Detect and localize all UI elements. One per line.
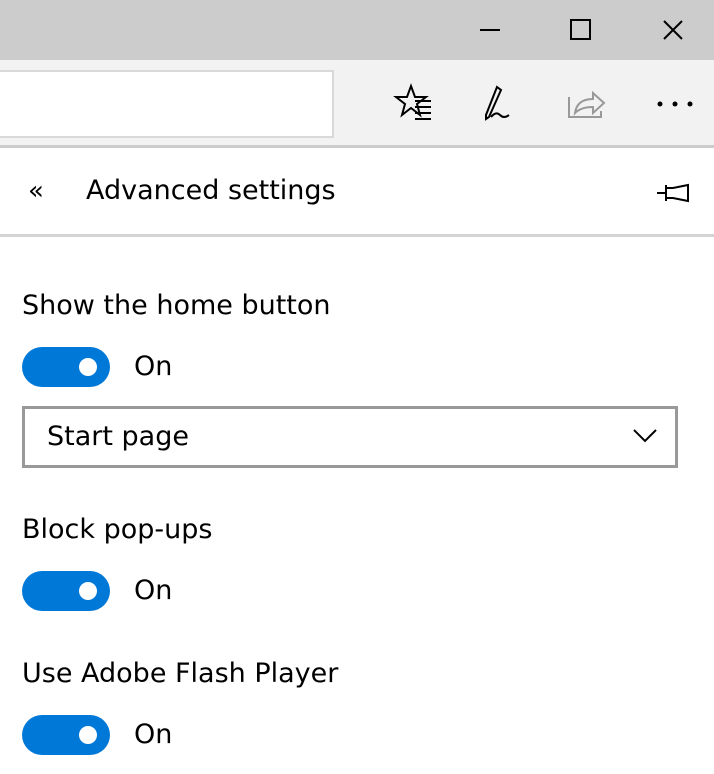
toggle-knob	[79, 358, 97, 376]
home-page-select[interactable]: Start page	[22, 406, 678, 468]
toggle-state: On	[134, 719, 173, 750]
setting-label-flash-player: Use Adobe Flash Player	[22, 658, 339, 689]
pin-icon[interactable]	[656, 181, 690, 205]
close-icon	[663, 20, 683, 40]
close-button[interactable]	[650, 0, 696, 60]
share-icon	[568, 90, 606, 118]
favorites-star-list-icon	[393, 83, 431, 120]
maximize-icon	[570, 19, 591, 40]
page-title: Advanced settings	[86, 175, 336, 206]
home-button-toggle[interactable]	[22, 347, 110, 387]
toggle-state: On	[134, 575, 173, 606]
more-button[interactable]	[647, 74, 703, 134]
minimize-button[interactable]	[467, 0, 513, 60]
flash-player-toggle[interactable]	[22, 715, 110, 755]
toggle-knob	[79, 726, 97, 744]
favorites-button[interactable]	[386, 74, 442, 134]
setting-label-home-button: Show the home button	[22, 290, 331, 321]
setting-label-block-popups: Block pop-ups	[22, 514, 213, 545]
web-note-button[interactable]	[472, 74, 528, 134]
address-bar[interactable]	[0, 70, 334, 138]
more-icon	[657, 101, 693, 107]
title-bar	[0, 0, 714, 60]
minimize-icon	[480, 29, 500, 31]
share-button[interactable]	[559, 74, 615, 134]
maximize-button[interactable]	[558, 0, 604, 60]
pen-note-icon	[485, 85, 510, 121]
panel-header: « Advanced settings	[0, 151, 714, 237]
select-value: Start page	[47, 421, 189, 452]
block-popups-toggle[interactable]	[22, 571, 110, 611]
back-button[interactable]: «	[28, 176, 44, 206]
toggle-knob	[79, 582, 97, 600]
chevron-down-icon	[633, 429, 657, 443]
browser-toolbar	[0, 60, 714, 148]
toggle-state: On	[134, 351, 173, 382]
